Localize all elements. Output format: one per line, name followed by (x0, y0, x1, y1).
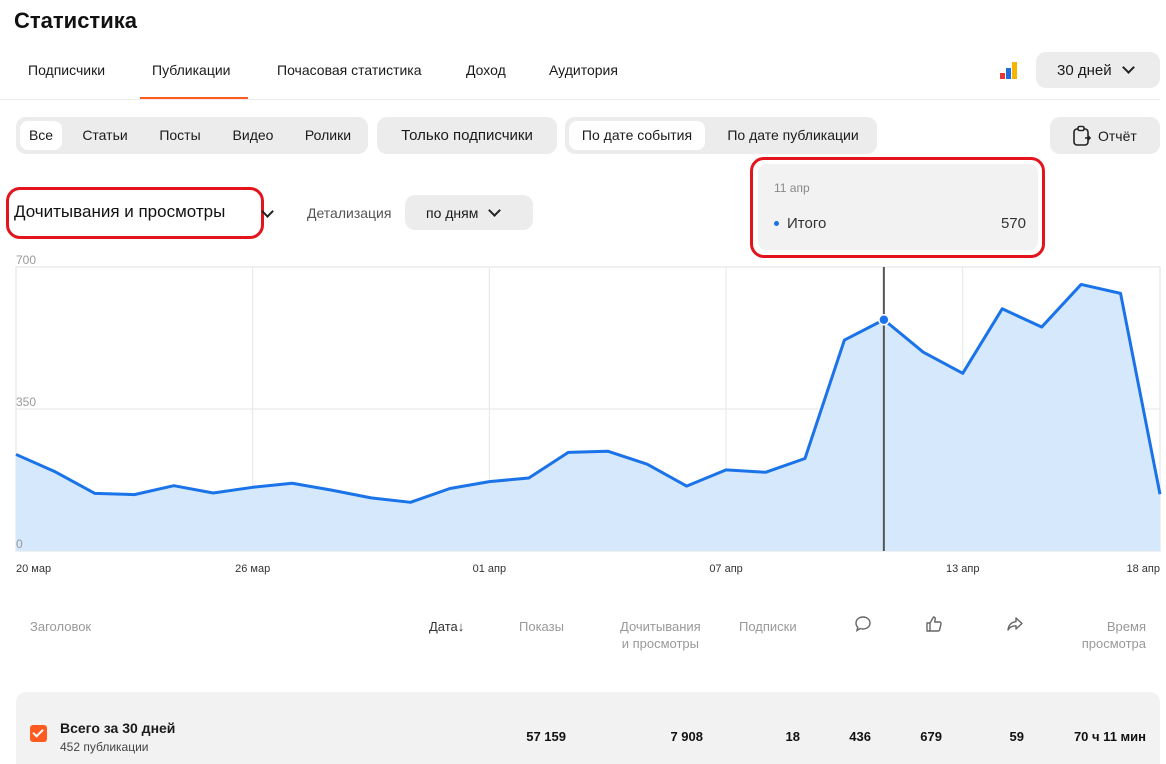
col-time-line1: Время (1106, 619, 1146, 634)
period-label: 30 дней (1057, 61, 1112, 79)
y-tick-label: 350 (16, 395, 36, 409)
subscribers-only-toggle[interactable]: Только подписчики (377, 117, 557, 154)
reads-chart[interactable]: 700 350 0 20 мар 26 мар 01 апр 07 апр 13 апр 18 … (0, 250, 1166, 580)
total-impressions: 57 159 (526, 729, 566, 744)
filter-shorts[interactable]: Ролики (294, 121, 362, 150)
col-time-line2: просмотра (1081, 636, 1146, 651)
metric-label: Дочитывания и просмотры (14, 202, 226, 221)
chevron-down-icon (488, 203, 502, 217)
total-likes: 679 (920, 729, 942, 744)
sort-arrow-icon: ↓ (457, 619, 465, 634)
series-area (16, 284, 1160, 551)
col-impressions[interactable]: Показы (519, 618, 564, 635)
filter-all[interactable]: Все (20, 121, 62, 150)
series-dot-icon (774, 221, 779, 226)
col-date[interactable]: Дата↓ (429, 618, 464, 635)
total-view-time: 70 ч 11 мин (1073, 729, 1146, 744)
select-all-checkbox[interactable] (30, 725, 47, 742)
x-tick-label: 26 мар (235, 563, 270, 575)
date-mode-event[interactable]: По дате события (569, 121, 705, 150)
total-subscriptions: 18 (785, 729, 800, 744)
col-reads-line1: Дочитывания (620, 619, 701, 634)
tab-income[interactable]: Доход (466, 62, 506, 78)
y-tick-label: 700 (16, 253, 36, 267)
tab-audience[interactable]: Аудитория (549, 62, 618, 78)
date-mode-filter: По дате события По дате публикации (565, 117, 877, 154)
period-dropdown[interactable]: 30 дней (1036, 52, 1160, 88)
page-title: Статистика (14, 8, 137, 33)
x-tick-label: 07 апр (709, 563, 742, 575)
stats-tabs: Подписчики Публикации Почасовая статисти… (0, 58, 1160, 100)
like-icon[interactable] (925, 615, 943, 633)
total-title: Всего за 30 дней (60, 720, 176, 736)
tab-subscribers[interactable]: Подписчики (28, 62, 105, 78)
total-reads: 7 908 (670, 729, 703, 744)
tooltip-date: 11 апр (774, 181, 810, 195)
chart-tooltip: 11 апр Итого 570 (758, 164, 1038, 250)
col-title[interactable]: Заголовок (30, 618, 91, 635)
tab-publications[interactable]: Публикации (152, 62, 230, 78)
x-tick-label: 01 апр (473, 563, 506, 575)
date-mode-publication[interactable]: По дате публикации (715, 121, 871, 150)
x-tick-label: 18 апр (1127, 563, 1160, 575)
clipboard-icon (1073, 125, 1092, 146)
report-button[interactable]: Отчёт (1050, 117, 1160, 154)
filter-posts[interactable]: Посты (148, 121, 212, 150)
detail-label: Детализация (307, 205, 392, 221)
table-total-row (16, 692, 1160, 764)
col-reads-line2: и просмотры (621, 636, 699, 651)
detail-value: по дням (426, 204, 479, 221)
detail-dropdown[interactable]: по дням (405, 195, 533, 230)
metric-dropdown[interactable]: Дочитывания и просмотры (14, 202, 225, 222)
tooltip-series: Итого (787, 215, 827, 232)
bar-chart-icon[interactable] (1000, 61, 1018, 79)
hover-point (878, 313, 890, 326)
col-date-label: Дата (429, 619, 458, 634)
col-view-time[interactable]: Время просмотра (1082, 618, 1146, 652)
tab-hourly-stats[interactable]: Почасовая статистика (277, 62, 422, 78)
col-subscriptions[interactable]: Подписки (739, 618, 797, 635)
tooltip-value: 570 (1000, 215, 1026, 232)
report-label: Отчёт (1098, 127, 1137, 144)
col-reads[interactable]: Дочитывания и просмотры (620, 618, 701, 652)
active-tab-indicator (140, 97, 248, 99)
comment-icon[interactable] (854, 615, 872, 633)
chevron-down-icon (1121, 61, 1135, 74)
x-tick-label: 20 мар (16, 563, 51, 575)
y-tick-label: 0 (16, 537, 23, 551)
x-tick-label: 13 апр (946, 563, 979, 575)
share-icon[interactable] (1006, 615, 1024, 633)
filter-video[interactable]: Видео (222, 121, 284, 150)
total-comments: 436 (849, 729, 871, 744)
total-subtitle: 452 публикации (60, 740, 149, 754)
filter-articles[interactable]: Статьи (72, 121, 138, 150)
total-shares: 59 (1009, 729, 1024, 744)
type-filter: Все Статьи Посты Видео Ролики (16, 117, 368, 154)
subscribers-only-label: Только подписчики (401, 127, 533, 144)
